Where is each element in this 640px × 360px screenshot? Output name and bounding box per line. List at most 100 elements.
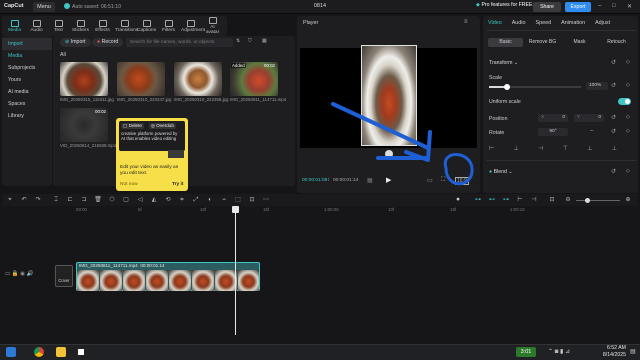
align-controls: ⊢ ⊥ ⊣ ⊤ ⊥ ⊥: [489, 145, 617, 152]
properties-tabs: Video Audio Speed Animation Adjust: [488, 20, 620, 26]
align-middle-icon[interactable]: ⊥: [587, 145, 592, 152]
align-top-icon[interactable]: ⊤: [563, 145, 568, 152]
reverse-icon[interactable]: ◁: [136, 196, 144, 204]
tray-icons[interactable]: ⌃ ◙ ▮ ⊿: [548, 348, 570, 355]
position-y-field[interactable]: Y0: [574, 114, 604, 122]
x-value: 0: [562, 115, 565, 120]
tab-video[interactable]: Video: [488, 20, 502, 26]
clip-duration: 00:00:01:14: [140, 263, 165, 268]
align-bottom-icon[interactable]: ⊥: [612, 145, 617, 152]
keyframe-icon[interactable]: ◇: [626, 114, 630, 120]
capcut-taskbar-icon[interactable]: [76, 347, 86, 357]
tab-audio[interactable]: Audio: [512, 20, 526, 26]
redo-icon[interactable]: ↷: [34, 196, 42, 204]
link-track-icon[interactable]: ⊶: [474, 196, 482, 204]
speed-icon[interactable]: ⌁: [220, 196, 228, 204]
subtab-basic[interactable]: Basic: [488, 38, 523, 47]
windows-start-icon[interactable]: [6, 347, 16, 357]
split-left-icon[interactable]: ⊏: [66, 196, 74, 204]
zoom-out-icon[interactable]: ⊖: [564, 196, 572, 204]
select-tool-icon[interactable]: ⌖: [6, 196, 14, 204]
keyframe-icon[interactable]: ◇: [626, 59, 630, 65]
mark-icon[interactable]: ⬡: [108, 196, 116, 204]
track-lock-icon[interactable]: ▭: [5, 271, 12, 277]
freeze-icon[interactable]: ▢: [122, 196, 130, 204]
ruler-tick: 10f: [200, 207, 207, 212]
chrome-icon[interactable]: [34, 347, 44, 357]
mask-icon[interactable]: ◐: [206, 196, 214, 204]
rotate-dash-icon[interactable]: –: [590, 128, 593, 134]
tab-animation[interactable]: Animation: [561, 20, 585, 26]
zoom-slider-handle[interactable]: [585, 198, 590, 203]
counter-badge: 3:01: [516, 347, 536, 357]
ruler-tick: 10f: [388, 207, 395, 212]
transform-label: Transform: [489, 60, 513, 66]
mute-icon[interactable]: 🔊: [26, 271, 33, 277]
annotation-circle: [443, 153, 474, 186]
notification-icon[interactable]: ▤: [630, 348, 636, 355]
split-icon[interactable]: ⌶: [52, 196, 60, 204]
subtab-mask[interactable]: Mask: [562, 38, 597, 47]
tab-speed[interactable]: Speed: [536, 20, 552, 26]
auto-reframe-icon[interactable]: ⬚: [234, 196, 242, 204]
position-label: Position: [489, 116, 508, 122]
undo-icon[interactable]: ↶: [20, 196, 28, 204]
align-center-icon[interactable]: ⊥: [514, 145, 519, 152]
blend-section[interactable]: ● Blend ⌄: [489, 169, 513, 175]
reset-icon[interactable]: ↺: [611, 168, 616, 175]
ruler-tick: 1:00:05: [324, 207, 339, 212]
magnet-icon[interactable]: ⊷: [488, 196, 496, 204]
rotate-icon[interactable]: ⟲: [164, 196, 172, 204]
microphone-icon[interactable]: ⏺: [454, 196, 462, 204]
zoom-in-icon[interactable]: ⊕: [624, 196, 632, 204]
resize-icon[interactable]: ⤢: [192, 196, 200, 204]
mirror-icon[interactable]: ◭: [150, 196, 158, 204]
split-right-icon[interactable]: ⊐: [80, 196, 88, 204]
toggle-knob: [625, 99, 630, 104]
subtab-remove-bg[interactable]: Remove BG: [525, 38, 560, 47]
crop-icon[interactable]: ⌗: [178, 196, 186, 204]
align-left-icon[interactable]: ⊢: [489, 145, 494, 152]
snap-icon[interactable]: ⊣: [530, 196, 538, 204]
rotate-field[interactable]: 90°: [538, 128, 568, 136]
link-icon[interactable]: ⊶: [502, 196, 510, 204]
zoom-slider[interactable]: [576, 200, 620, 201]
uniform-scale-toggle[interactable]: [618, 98, 631, 105]
taskbar-date: 8/14/2025: [602, 352, 626, 358]
position-x-field[interactable]: X0: [538, 114, 568, 122]
cover-button[interactable]: Cover: [55, 265, 73, 287]
ruler-tick: 00:00: [76, 207, 87, 212]
uniform-scale-label: Uniform scale: [489, 99, 521, 105]
lock-icon[interactable]: 🔒: [12, 271, 20, 277]
align-right-icon[interactable]: ⊣: [538, 145, 543, 152]
reset-icon[interactable]: ↺: [611, 128, 616, 135]
zoom-fit-icon[interactable]: ⊡: [548, 196, 556, 204]
text-to-speech-icon[interactable]: ⊡: [248, 196, 256, 204]
rotate-label: Rotate: [489, 130, 505, 136]
cover-label: Cover: [58, 278, 70, 283]
more-tools-icon[interactable]: ⋯: [262, 196, 270, 204]
scale-value[interactable]: 100%: [586, 82, 608, 90]
playhead[interactable]: [235, 207, 236, 335]
clip-frame: [100, 270, 122, 291]
reset-icon[interactable]: ↺: [611, 114, 616, 121]
playhead-handle[interactable]: [232, 206, 239, 213]
clip-frame: [169, 270, 191, 291]
annotation-arrow: [331, 102, 430, 150]
clip-frame: [77, 270, 99, 291]
video-clip[interactable]: IMG_20250811_114711.mp4 00:00:01:14: [76, 262, 260, 291]
transform-section[interactable]: Transform ⌄: [489, 60, 518, 66]
delete-icon[interactable]: 🗑: [94, 196, 102, 204]
preview-axis-icon[interactable]: ⊢: [516, 196, 524, 204]
tab-adjust[interactable]: Adjust: [595, 20, 610, 26]
keyframe-icon[interactable]: ◇: [626, 82, 630, 88]
y-label: Y: [577, 115, 581, 120]
subtab-retouch[interactable]: Retouch: [599, 38, 634, 47]
reset-icon[interactable]: ↺: [611, 82, 616, 89]
clip-frame: [123, 270, 145, 291]
file-explorer-icon[interactable]: [56, 347, 66, 357]
keyframe-icon[interactable]: ◇: [626, 168, 630, 174]
keyframe-icon[interactable]: ◇: [626, 128, 630, 134]
track-controls: ▭ 🔒 ◉ 🔊: [5, 271, 33, 277]
reset-icon[interactable]: ↺: [611, 59, 616, 66]
